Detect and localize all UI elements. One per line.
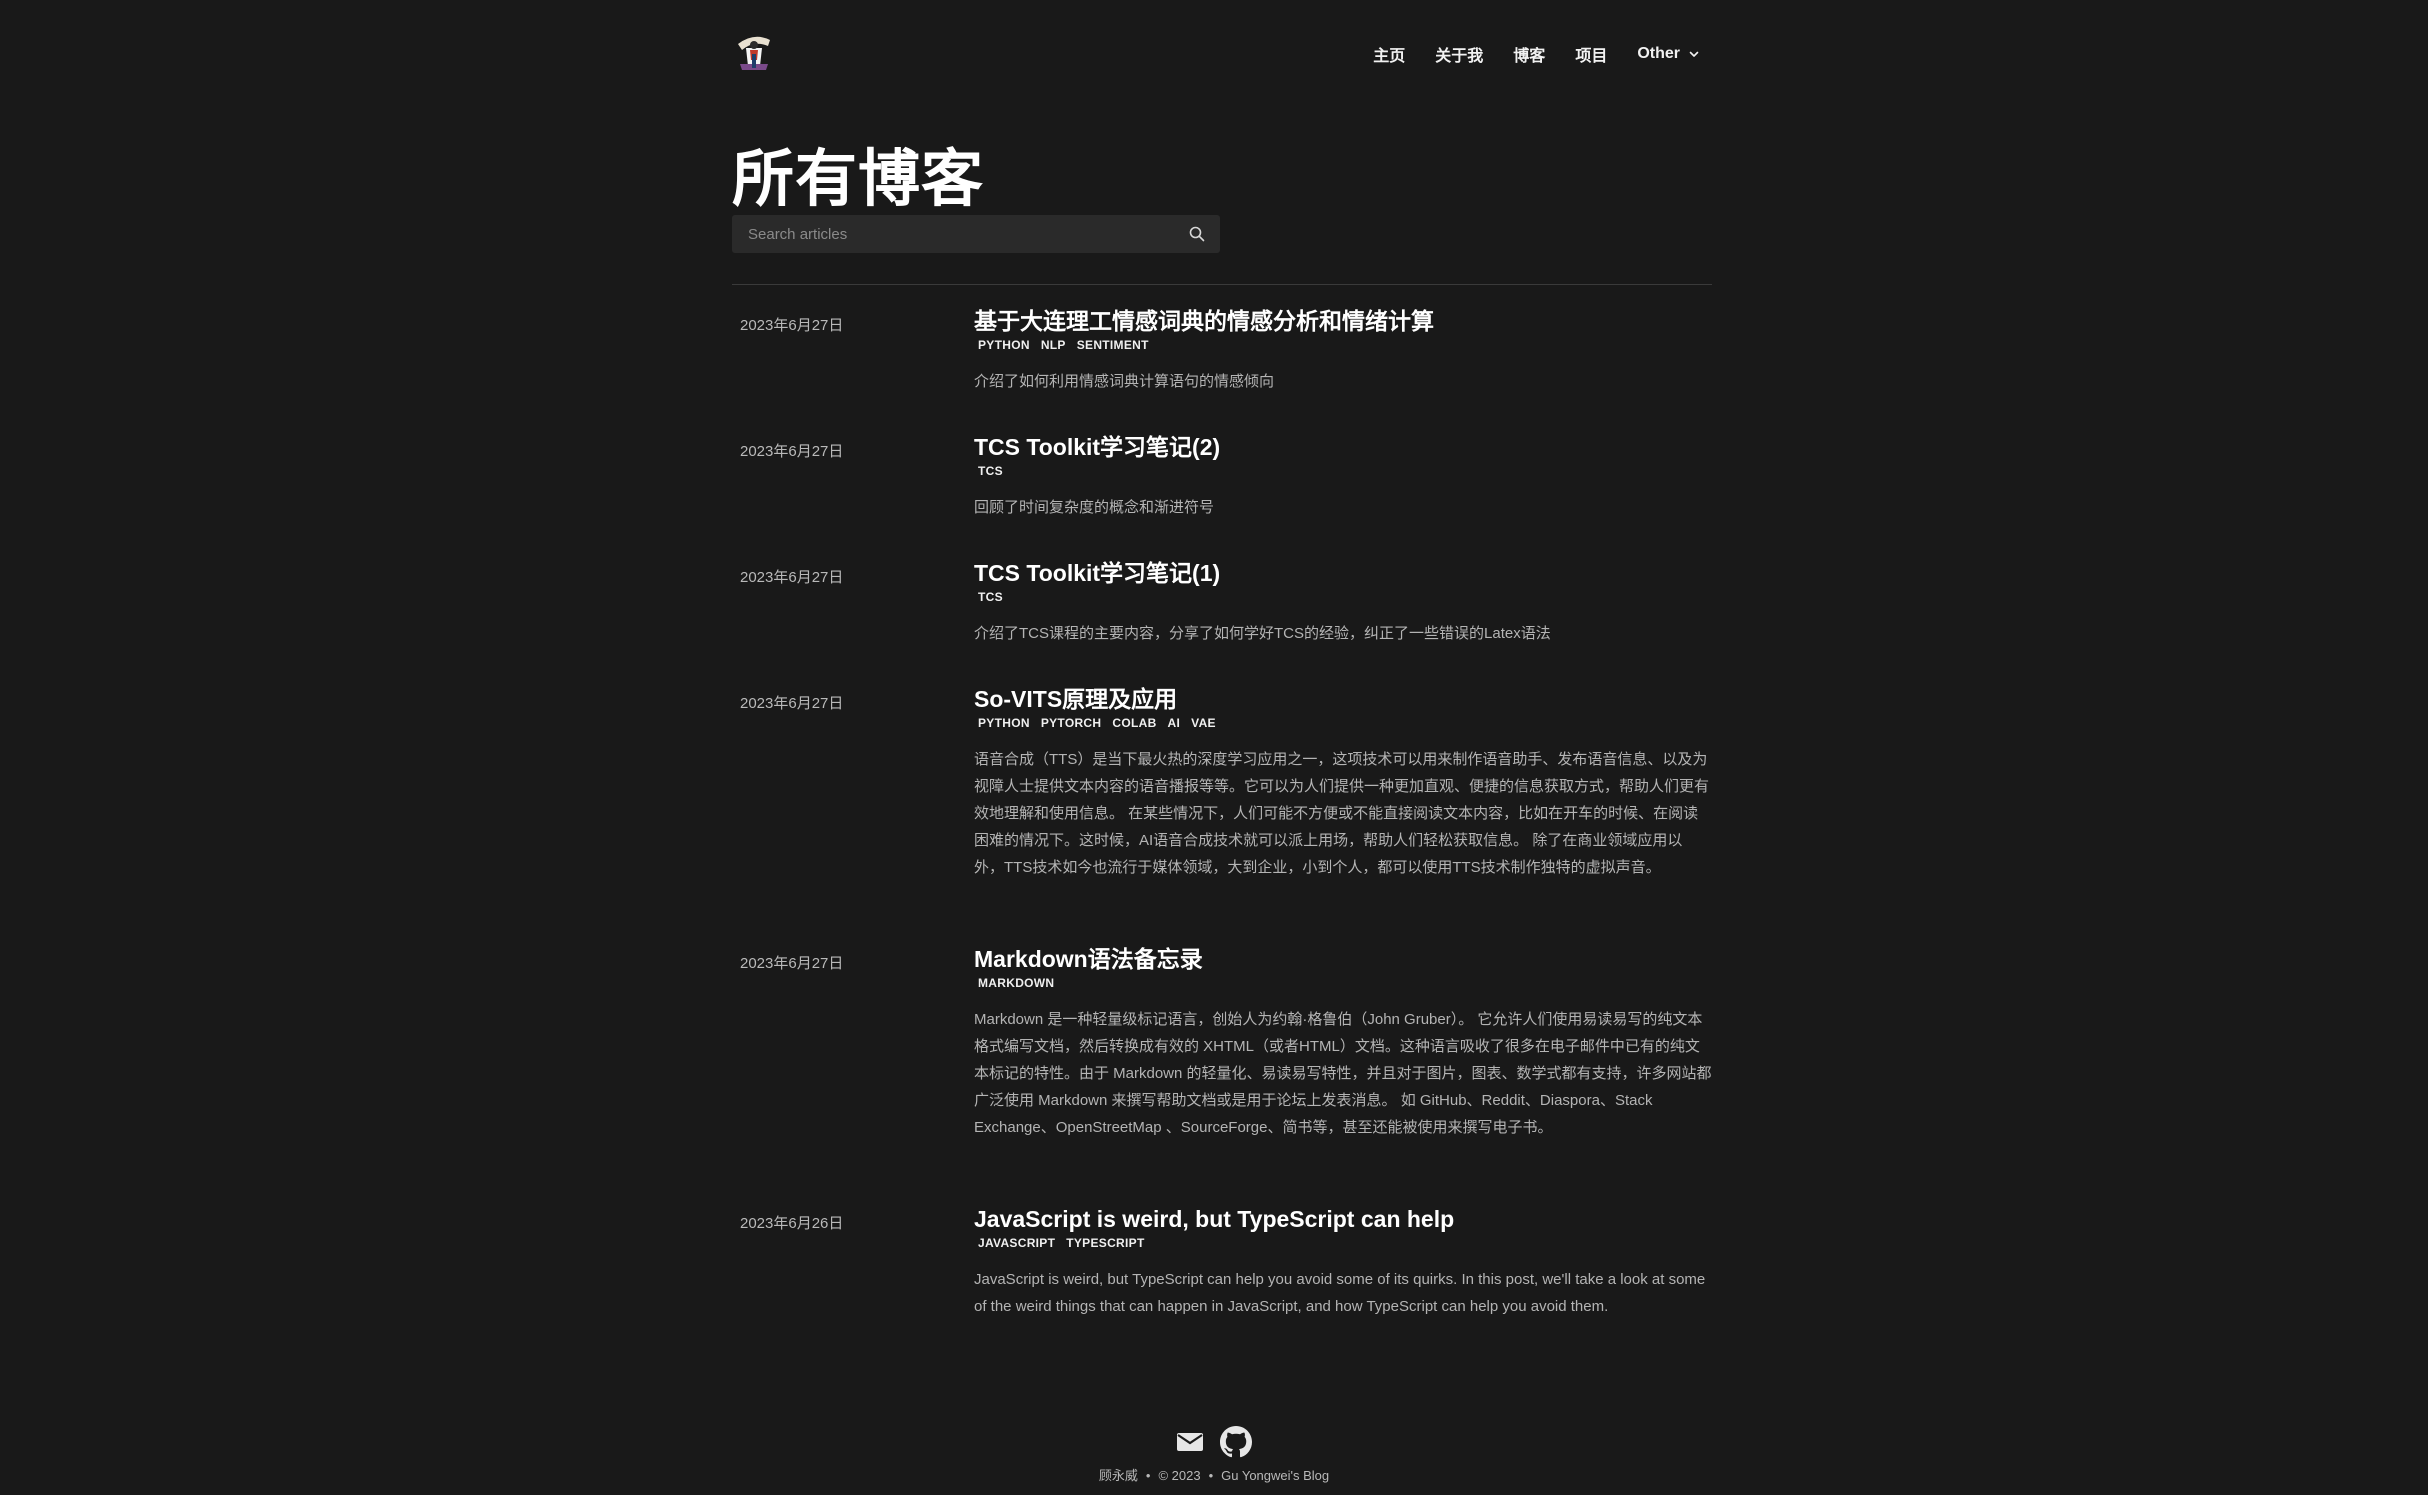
nav-projects[interactable]: 项目 (1575, 42, 1607, 66)
post-title[interactable]: TCS Toolkit学习笔记(1) (974, 558, 1712, 588)
post-list: 2023年6月27日 基于大连理工情感词典的情感分析和情绪计算 PYTHON N… (732, 300, 1712, 1378)
tag-colab[interactable]: COLAB (1112, 716, 1156, 730)
post-title[interactable]: JavaScript is weird, but TypeScript can … (974, 1204, 1712, 1234)
github-icon[interactable] (1220, 1426, 1252, 1458)
tag-nlp[interactable]: NLP (1041, 338, 1066, 352)
nav-blog[interactable]: 博客 (1513, 42, 1545, 66)
tag-tcs[interactable]: TCS (978, 590, 1003, 604)
divider (732, 284, 1712, 285)
tag-javascript[interactable]: JAVASCRIPT (978, 1236, 1055, 1250)
footer-separator: • (1208, 1468, 1214, 1483)
post-item: 2023年6月27日 TCS Toolkit学习笔记(2) TCS 回顾了时间复… (732, 426, 1712, 552)
post-tags: MARKDOWN (974, 976, 1712, 990)
footer-author: 顾永威 (1098, 1468, 1138, 1483)
footer-separator: • (1145, 1468, 1151, 1483)
nav-other-label: Other (1637, 45, 1680, 62)
post-description: 介绍了TCS课程的主要内容，分享了如何学好TCS的经验，纠正了一些错误的Late… (974, 625, 1551, 642)
tag-vae[interactable]: VAE (1191, 716, 1216, 730)
post-body: TCS Toolkit学习笔记(1) TCS 介绍了TCS课程的主要内容，分享了… (974, 552, 1712, 678)
tag-sentiment[interactable]: SENTIMENT (1077, 338, 1149, 352)
post-body: JavaScript is weird, but TypeScript can … (974, 1198, 1712, 1378)
post-description: 语音合成（TTS）是当下最火热的深度学习应用之一，这项技术可以用来制作语音助手、… (974, 751, 1710, 876)
post-date: 2023年6月27日 (740, 955, 844, 972)
page-title: 所有博客 (732, 145, 985, 214)
post-date: 2023年6月27日 (740, 443, 844, 460)
post-description: JavaScript is weird, but TypeScript can … (974, 1271, 1706, 1315)
footer-credits: 顾永威 • © 2023 • Gu Yongwei's Blog (0, 1465, 2428, 1484)
post-tags: JAVASCRIPT TYPESCRIPT (974, 1236, 1712, 1250)
tag-typescript[interactable]: TYPESCRIPT (1066, 1236, 1144, 1250)
post-item: 2023年6月26日 JavaScript is weird, but Type… (732, 1198, 1712, 1378)
search-box (732, 215, 1220, 253)
footer-icons (0, 1425, 2428, 1459)
post-tags: PYTHON NLP SENTIMENT (974, 338, 1712, 352)
page-container: 主页 关于我 博客 项目 Other 所有博客 2023年6月27日 基于大连理… (732, 0, 1712, 1315)
post-date: 2023年6月27日 (740, 317, 844, 334)
post-item: 2023年6月27日 TCS Toolkit学习笔记(1) TCS 介绍了TCS… (732, 552, 1712, 678)
site-footer: 顾永威 • © 2023 • Gu Yongwei's Blog (0, 1425, 2428, 1484)
post-title[interactable]: Markdown语法备忘录 (974, 944, 1712, 974)
tag-pytorch[interactable]: PYTORCH (1041, 716, 1102, 730)
chevron-down-icon (1689, 51, 1699, 57)
post-tags: PYTHON PYTORCH COLAB AI VAE (974, 716, 1712, 730)
footer-copyright: © 2023 (1158, 1468, 1201, 1483)
main-nav: 主页 关于我 博客 项目 Other (1373, 42, 1700, 66)
post-body: Markdown语法备忘录 MARKDOWN Markdown 是一种轻量级标记… (974, 938, 1712, 1198)
nav-other-dropdown[interactable]: Other (1637, 45, 1700, 63)
post-body: TCS Toolkit学习笔记(2) TCS 回顾了时间复杂度的概念和渐进符号 (974, 426, 1712, 552)
post-description: Markdown 是一种轻量级标记语言，创始人为约翰·格鲁伯（John Grub… (974, 1011, 1712, 1136)
post-item: 2023年6月27日 基于大连理工情感词典的情感分析和情绪计算 PYTHON N… (732, 300, 1712, 426)
nav-home[interactable]: 主页 (1373, 42, 1405, 66)
nav-about[interactable]: 关于我 (1435, 42, 1483, 66)
post-tags: TCS (974, 464, 1712, 478)
site-logo[interactable] (732, 30, 776, 74)
post-title[interactable]: So-VITS原理及应用 (974, 684, 1712, 714)
tag-tcs[interactable]: TCS (978, 464, 1003, 478)
post-description: 回顾了时间复杂度的概念和渐进符号 (974, 499, 1215, 516)
post-date: 2023年6月27日 (740, 569, 844, 586)
post-item: 2023年6月27日 So-VITS原理及应用 PYTHON PYTORCH C… (732, 678, 1712, 938)
tag-markdown[interactable]: MARKDOWN (978, 976, 1054, 990)
post-title[interactable]: TCS Toolkit学习笔记(2) (974, 432, 1712, 462)
tag-python[interactable]: PYTHON (978, 338, 1030, 352)
mail-icon[interactable] (1176, 1431, 1204, 1453)
footer-blog-name[interactable]: Gu Yongwei's Blog (1221, 1468, 1329, 1483)
post-body: So-VITS原理及应用 PYTHON PYTORCH COLAB AI VAE… (974, 678, 1712, 938)
search-input[interactable] (746, 224, 1188, 244)
search-icon[interactable] (1188, 225, 1206, 243)
site-header: 主页 关于我 博客 项目 Other (732, 0, 1712, 110)
post-date: 2023年6月27日 (740, 695, 844, 712)
post-description: 介绍了如何利用情感词典计算语句的情感倾向 (974, 373, 1275, 390)
post-tags: TCS (974, 590, 1712, 604)
tag-ai[interactable]: AI (1168, 716, 1181, 730)
post-date: 2023年6月26日 (740, 1215, 844, 1232)
post-title[interactable]: 基于大连理工情感词典的情感分析和情绪计算 (974, 306, 1712, 336)
tag-python[interactable]: PYTHON (978, 716, 1030, 730)
post-body: 基于大连理工情感词典的情感分析和情绪计算 PYTHON NLP SENTIMEN… (974, 300, 1712, 426)
post-item: 2023年6月27日 Markdown语法备忘录 MARKDOWN Markdo… (732, 938, 1712, 1198)
